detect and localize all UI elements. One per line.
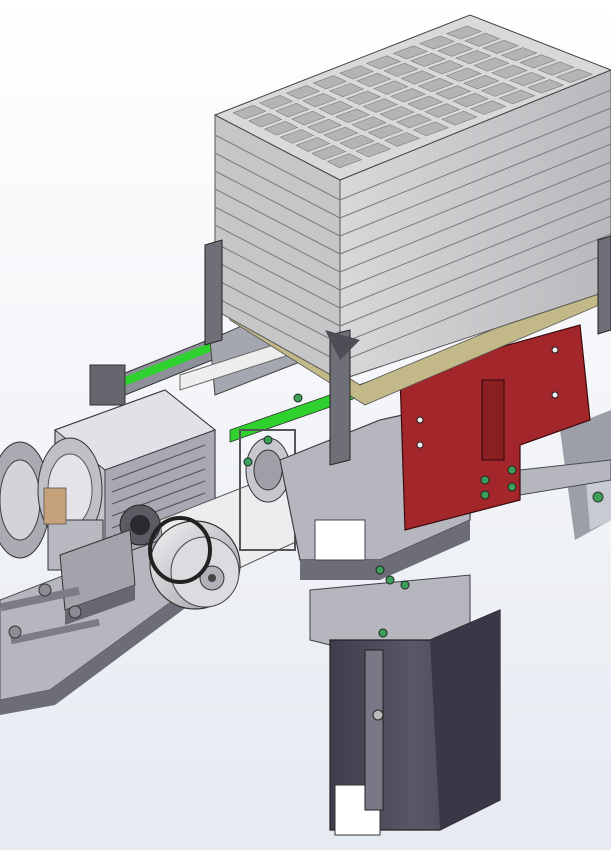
motor-bracket-box: [89, 364, 126, 406]
cad-assembly-render: [0, 0, 611, 850]
support-column: [329, 609, 501, 836]
